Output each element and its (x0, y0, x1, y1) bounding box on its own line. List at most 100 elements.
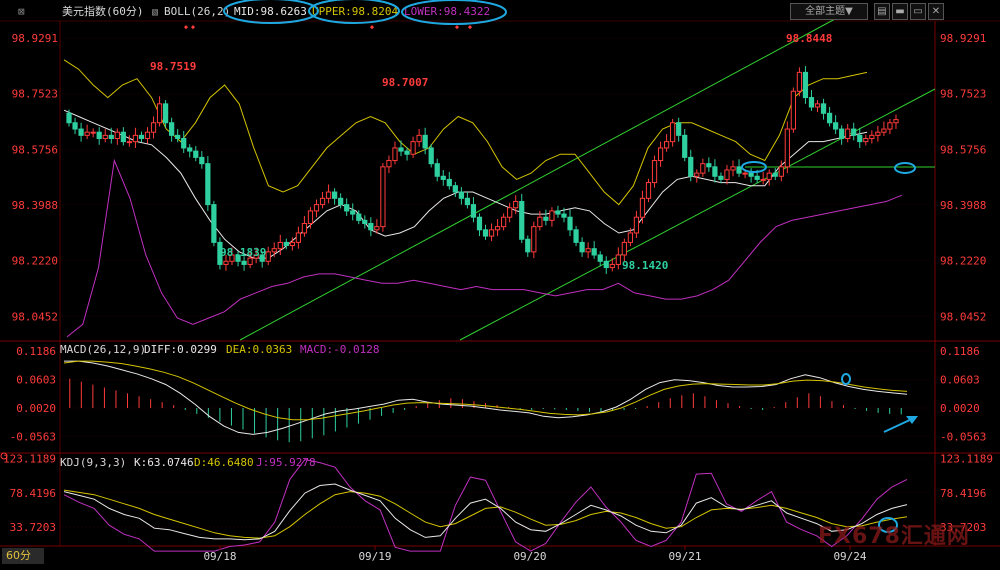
macd-tick-right: 0.0603 (940, 374, 980, 387)
candle-down (356, 213, 362, 221)
candle-up (742, 172, 748, 175)
close-button[interactable]: ✕ (928, 3, 944, 20)
candle-down (555, 210, 561, 215)
macd-header-dea: DEA:0.0363 (226, 343, 292, 356)
boll-lower-line (66, 158, 903, 338)
candle-up (380, 166, 386, 228)
candle-down (120, 131, 126, 143)
macd-header-macd: MACD:-0.0128 (300, 343, 379, 356)
price-annotation: 98.1839 (220, 246, 266, 259)
candle-up (416, 134, 422, 143)
macd-tick-right: 0.0020 (940, 402, 980, 415)
candle-up (295, 232, 302, 243)
candle-up (875, 131, 881, 136)
candle-up (531, 226, 537, 253)
candle-up (670, 122, 676, 143)
candle-down (826, 112, 833, 124)
candle-down (543, 216, 549, 221)
settings-button[interactable]: ▤ (874, 3, 890, 20)
macd-tick-left: 0.0603 (16, 374, 56, 387)
chart-canvas[interactable]: 98.9291 98.9291 98.7523 98.7523 98.5756 98.57… (0, 0, 1000, 566)
header-mid: MID:98.6263 (234, 5, 307, 18)
price-tick-left: 98.9291 (12, 32, 58, 45)
header-symbol: 美元指数(60分) (62, 4, 144, 18)
candle-up (374, 226, 380, 231)
candle-up (313, 204, 320, 212)
candle-up (507, 207, 513, 218)
candle-up (392, 147, 398, 162)
candle-down (561, 213, 567, 218)
candle-up (223, 260, 229, 265)
candle-down (193, 150, 199, 158)
candle-down (833, 122, 839, 130)
candle-down (344, 204, 350, 212)
candle-down (446, 178, 452, 187)
price-tick-left: 98.5756 (12, 143, 58, 156)
header-lower: LOWER:98.4322 (404, 5, 490, 18)
trend-channel-upper (239, 18, 836, 341)
candle-down (187, 147, 193, 152)
header-menu-icon: ⊠ (18, 5, 25, 18)
candle-down (72, 122, 78, 130)
candle-up (301, 223, 308, 234)
candle-down (138, 134, 145, 139)
macd-tick-left: 0.1186 (16, 345, 56, 358)
kdj-header-k: K:63.0746 (134, 456, 194, 469)
maximize-button[interactable]: ▭ (910, 3, 926, 20)
candle-up (639, 197, 646, 218)
price-tick-right: 98.3988 (940, 199, 986, 212)
candle-up (814, 103, 821, 108)
candle-up (102, 134, 108, 139)
candle-up (277, 241, 283, 250)
candle-down (428, 147, 434, 165)
candle-down (808, 97, 815, 108)
candle-up (156, 103, 163, 124)
candle-up (724, 169, 730, 180)
candle-down (440, 175, 446, 180)
kdj-tick-left: 123.1189 (3, 453, 56, 466)
candle-up (700, 163, 706, 174)
candle-up (609, 263, 615, 269)
candle-up (325, 191, 332, 199)
theme-dropdown[interactable]: 全部主题▼ (790, 3, 868, 20)
candle-down (338, 197, 344, 206)
macd-header-name: MACD(26,12,9) (60, 343, 146, 356)
candle-down (857, 134, 863, 143)
signal-marker: ◆ (191, 23, 196, 31)
candle-up (645, 182, 652, 199)
candle-down (579, 241, 585, 253)
candle-up (144, 131, 151, 139)
price-tick-left: 98.3988 (12, 199, 58, 212)
candle-up (651, 160, 658, 184)
candle-up (501, 216, 507, 228)
price-annotation: 98.1420 (622, 259, 668, 272)
candle-down (525, 238, 531, 253)
kdj-tick-left: 78.4196 (10, 487, 56, 500)
candle-down (422, 134, 428, 149)
price-tick-left: 98.7523 (12, 88, 58, 101)
candle-down (458, 191, 464, 199)
boll-upper-line (63, 59, 868, 206)
price-tick-right: 98.7523 (940, 88, 986, 101)
signal-marker: ◆ (370, 23, 375, 31)
candle-down (175, 134, 181, 139)
candle-down (205, 163, 211, 206)
price-tick-left: 98.0452 (12, 310, 58, 323)
kdj-j-line (63, 459, 908, 552)
candle-up (766, 172, 772, 180)
candle-down (283, 241, 289, 247)
candle-up (289, 241, 295, 247)
candle-up (881, 128, 887, 133)
macd-tick-left: 0.0020 (16, 402, 56, 415)
candle-down (688, 156, 694, 177)
minimize-button[interactable]: ▬ (892, 3, 908, 20)
candle-down (368, 223, 374, 231)
price-tick-right: 98.9291 (940, 32, 986, 45)
boll-mid-line (63, 109, 868, 259)
period-selector[interactable]: 60分 (2, 548, 44, 564)
candle-down (754, 175, 760, 180)
candle-down (66, 112, 72, 124)
candle-down (350, 210, 356, 215)
candle-up (657, 147, 664, 162)
candle-up (494, 226, 501, 231)
